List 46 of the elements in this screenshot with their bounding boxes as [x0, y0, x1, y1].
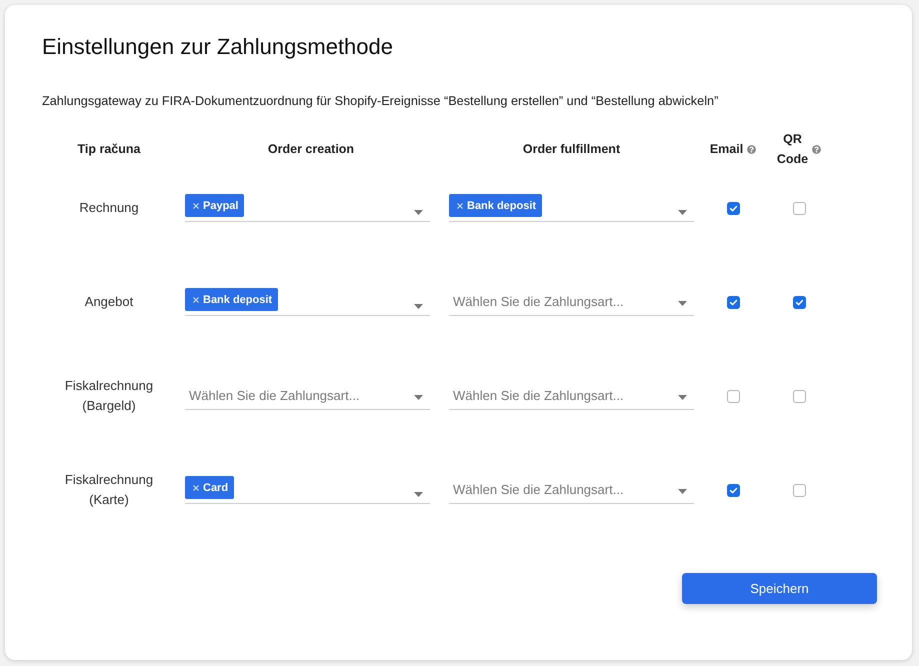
payment-select[interactable]: Paypal — [185, 194, 430, 222]
description-text: Zahlungsgateway zu FIRA-Dokumentzuordnung für Shopify-Ereignisse “Bestellung erstellen” und “Bestellung abwickeln” — [42, 93, 720, 109]
column-header: Order creation — [268, 141, 354, 158]
caret-icon — [678, 210, 687, 215]
row-label: Angebot — [84, 293, 134, 311]
payment-select[interactable]: Wählen Sie die Zahlungsart... — [449, 382, 694, 410]
caret-icon — [678, 300, 687, 306]
remove-icon[interactable] — [193, 484, 199, 490]
checkbox[interactable] — [726, 296, 740, 308]
caret-icon — [414, 394, 423, 400]
column-header: QR Code — [776, 131, 808, 168]
checkbox[interactable] — [726, 390, 740, 402]
payment-select[interactable]: Bank deposit — [449, 194, 694, 222]
checkbox[interactable] — [792, 484, 806, 496]
row-label: Fiskalrechnung (Bargeld) — [64, 377, 154, 415]
column-header: Tip računa — [78, 141, 140, 158]
remove-icon[interactable] — [457, 202, 463, 208]
row-label: Fiskalrechnung (Karte) — [64, 471, 154, 509]
checkbox[interactable] — [726, 484, 740, 496]
help-icon[interactable] — [747, 144, 756, 154]
save-button[interactable]: Speichern — [682, 573, 877, 604]
caret-icon — [678, 488, 687, 494]
row-label: Rechnung — [78, 199, 140, 217]
caret-icon — [414, 304, 423, 309]
checkbox[interactable] — [792, 296, 806, 308]
payment-select[interactable]: Wählen Sie die Zahlungsart... — [449, 476, 694, 504]
payment-select[interactable]: Wählen Sie die Zahlungsart... — [185, 382, 430, 410]
payment-select[interactable]: Wählen Sie die Zahlungsart... — [449, 288, 694, 316]
page-title: Einstellungen zur Zahlungsmethode — [42, 33, 394, 61]
checkbox[interactable] — [792, 390, 806, 402]
help-icon[interactable] — [812, 144, 822, 154]
caret-icon — [678, 394, 687, 400]
checkbox[interactable] — [792, 202, 806, 214]
column-header: Order fulfillment — [522, 141, 620, 158]
payment-tag[interactable]: Bank deposit — [185, 288, 278, 311]
caret-icon — [414, 210, 423, 215]
payment-tag[interactable]: Card — [185, 476, 234, 499]
payment-select[interactable]: Card — [185, 476, 430, 504]
payment-tag[interactable]: Paypal — [185, 194, 244, 217]
caret-icon — [414, 492, 423, 497]
column-header: Email — [710, 141, 744, 158]
payment-select[interactable]: Bank deposit — [185, 288, 430, 316]
remove-icon[interactable] — [193, 202, 199, 208]
remove-icon[interactable] — [193, 296, 199, 302]
payment-tag[interactable]: Bank deposit — [449, 194, 542, 217]
checkbox[interactable] — [726, 202, 740, 214]
